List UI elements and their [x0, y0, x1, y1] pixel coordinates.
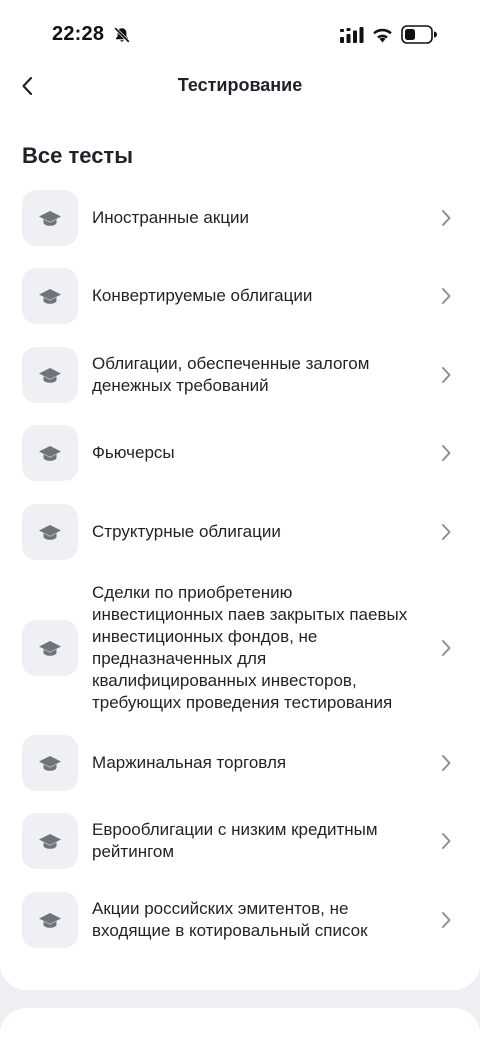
test-item-label: Еврооблигации с низким кредитным рейтинг…	[92, 820, 378, 861]
next-section-card	[0, 1008, 480, 1043]
chevron-right-icon	[438, 521, 454, 543]
test-item-label: Облигации, обеспеченные залогом денежных…	[92, 354, 370, 395]
test-item-label: Конвертируемые облигации	[92, 286, 313, 305]
graduation-cap-icon	[39, 913, 61, 928]
chevron-right-icon	[438, 442, 454, 464]
status-bar: 22:28	[0, 0, 480, 70]
icon-tile	[22, 347, 78, 403]
battery-icon	[401, 25, 437, 44]
chevron-right-icon	[438, 752, 454, 774]
graduation-cap-icon	[39, 641, 61, 656]
navigation-bar: Тестирование	[0, 64, 480, 108]
icon-tile	[22, 892, 78, 948]
icon-tile	[22, 425, 78, 481]
test-item-label: Фьючерсы	[92, 443, 175, 462]
test-item-eurobonds[interactable]: Еврооблигации с низким кредитным рейтинг…	[0, 813, 480, 869]
bell-muted-icon	[114, 27, 130, 43]
chevron-right-icon	[438, 207, 454, 229]
status-time: 22:28	[52, 23, 105, 45]
test-item-foreign-stocks[interactable]: Иностранные акции	[0, 190, 480, 246]
section-title: Все тесты	[22, 143, 133, 168]
test-item-label: Акции российских эмитентов, не входящие …	[92, 899, 368, 940]
graduation-cap-icon	[39, 211, 61, 226]
test-item-label: Структурные облигации	[92, 522, 281, 541]
icon-tile	[22, 190, 78, 246]
test-item-label: Сделки по приобретению инвестиционных па…	[92, 583, 408, 712]
graduation-cap-icon	[39, 834, 61, 849]
test-item-label: Маржинальная торговля	[92, 753, 287, 772]
test-item-futures[interactable]: Фьючерсы	[0, 425, 480, 481]
chevron-right-icon	[438, 364, 454, 386]
test-item-secured-bonds[interactable]: Облигации, обеспеченные залогом денежных…	[0, 347, 480, 403]
cellular-signal-icon	[340, 27, 364, 43]
graduation-cap-icon	[39, 525, 61, 540]
icon-tile	[22, 735, 78, 791]
test-item-convertible-bonds[interactable]: Конвертируемые облигации	[0, 268, 480, 324]
test-item-russian-stocks[interactable]: Акции российских эмитентов, не входящие …	[0, 892, 480, 948]
chevron-right-icon	[438, 637, 454, 659]
graduation-cap-icon	[39, 289, 61, 304]
chevron-right-icon	[438, 285, 454, 307]
test-item-structured-bonds[interactable]: Структурные облигации	[0, 504, 480, 560]
test-item-closed-fund-units[interactable]: Сделки по приобретению инвестиционных па…	[0, 582, 480, 714]
icon-tile	[22, 504, 78, 560]
icon-tile	[22, 813, 78, 869]
chevron-right-icon	[438, 830, 454, 852]
test-item-margin-trading[interactable]: Маржинальная торговля	[0, 735, 480, 791]
graduation-cap-icon	[39, 368, 61, 383]
chevron-right-icon	[438, 909, 454, 931]
page-title: Тестирование	[177, 75, 303, 95]
wifi-icon	[373, 28, 392, 43]
screen: 22:28 Тестирование Все тесты Иностранные…	[0, 0, 480, 1043]
tests-card: 22:28 Тестирование Все тесты Иностранные…	[0, 0, 480, 990]
test-item-label: Иностранные акции	[92, 208, 250, 227]
icon-tile	[22, 268, 78, 324]
graduation-cap-icon	[39, 446, 61, 461]
icon-tile	[22, 620, 78, 676]
graduation-cap-icon	[39, 756, 61, 771]
